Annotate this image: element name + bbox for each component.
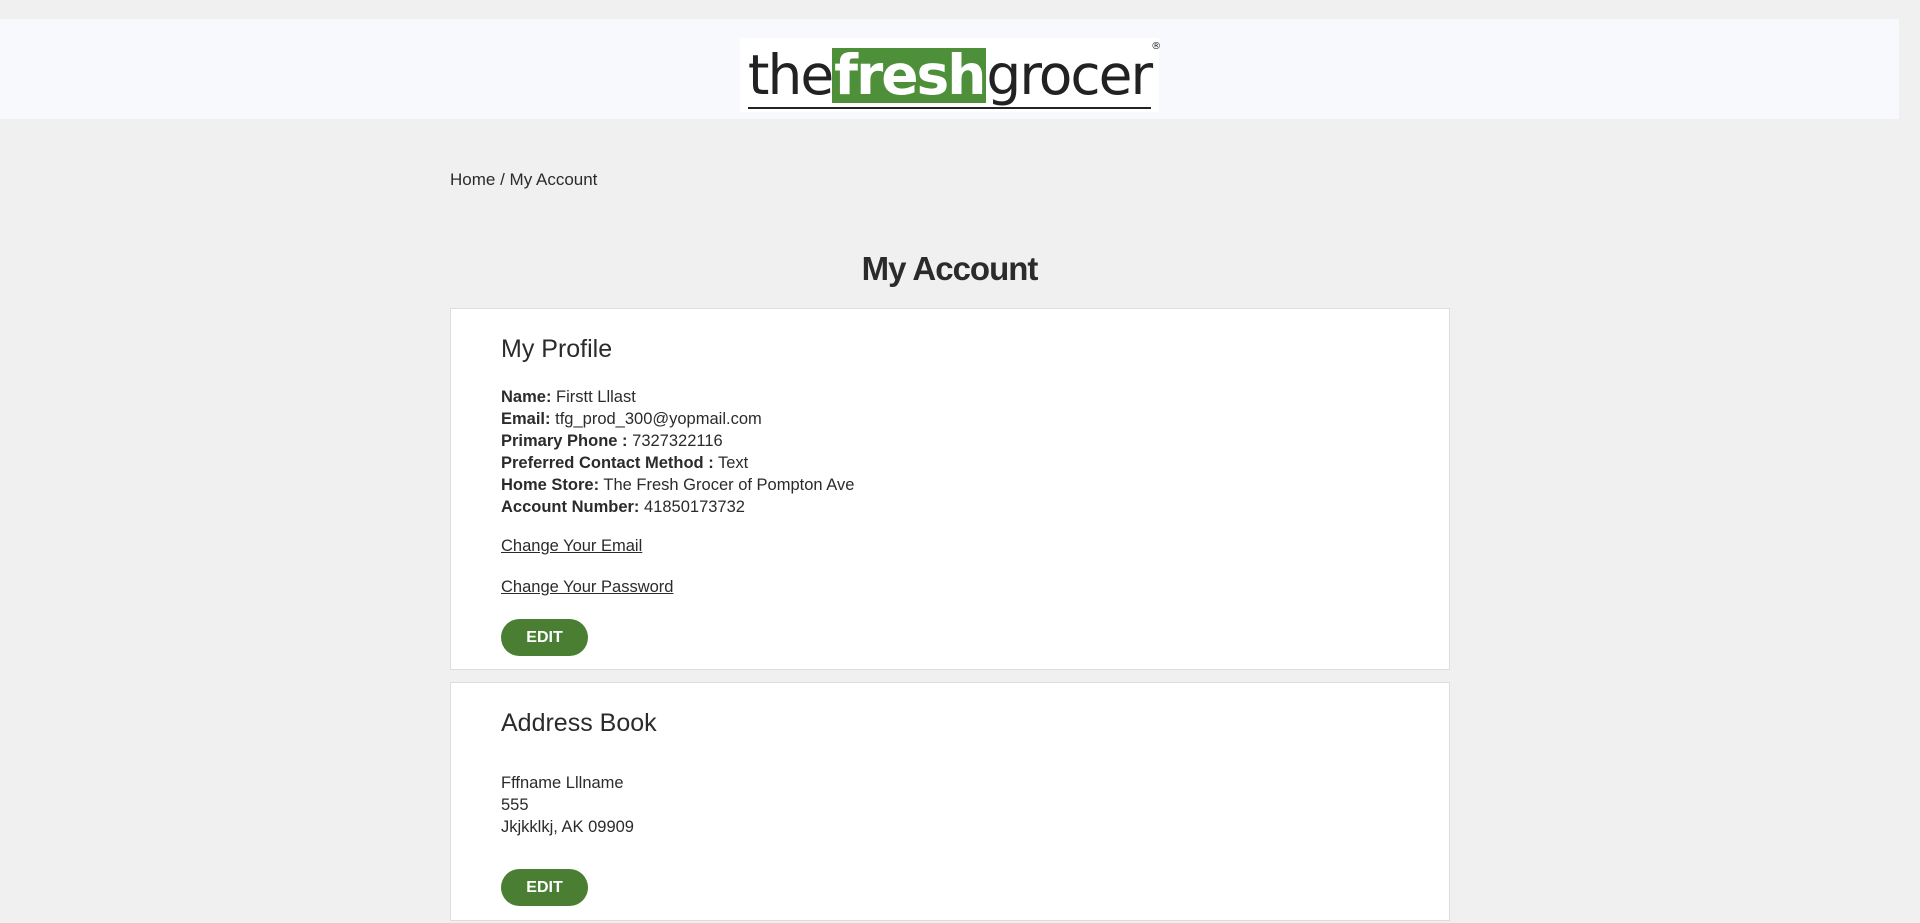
change-password-link[interactable]: Change Your Password <box>501 578 673 597</box>
field-label: Primary Phone : <box>501 432 628 450</box>
change-email-link[interactable]: Change Your Email <box>501 537 642 556</box>
address-block: Fffname Lllname 555 Jkjkklkj, AK 09909 <box>501 772 634 838</box>
logo-grocer: grocer <box>986 42 1153 107</box>
field-label: Email: <box>501 410 551 428</box>
profile-name-row: Name: Firstt Lllast <box>501 386 854 408</box>
address-city-line: Jkjkklkj, AK 09909 <box>501 818 634 836</box>
breadcrumb: Home / My Account <box>450 170 597 190</box>
profile-phone-row: Primary Phone : 7327322116 <box>501 430 854 452</box>
edit-address-button[interactable]: EDIT <box>501 869 588 906</box>
field-label: Home Store: <box>501 476 600 494</box>
field-label: Account Number: <box>501 498 640 516</box>
page-title: My Account <box>861 250 1039 287</box>
address-book-heading: Address Book <box>501 709 657 737</box>
profile-email-row: Email: tfg_prod_300@yopmail.com <box>501 408 854 430</box>
profile-home-store-row: Home Store: The Fresh Grocer of Pompton … <box>501 474 854 496</box>
address-street-line: 555 <box>501 796 529 814</box>
field-label: Preferred Contact Method : <box>501 454 714 472</box>
field-label: Name: <box>501 388 552 406</box>
profile-account-number-row: Account Number: 41850173732 <box>501 496 854 518</box>
field-value: tfg_prod_300@yopmail.com <box>555 410 762 428</box>
field-value: 7327322116 <box>632 432 723 450</box>
edit-profile-button[interactable]: EDIT <box>501 619 588 656</box>
field-value: The Fresh Grocer of Pompton Ave <box>603 476 855 494</box>
profile-heading: My Profile <box>501 335 613 363</box>
logo-wordmark: the fresh grocer ® <box>747 41 1161 109</box>
site-logo[interactable]: the fresh grocer ® <box>740 38 1161 112</box>
profile-card: My Profile Name: Firstt Lllast Email: tf… <box>450 308 1450 670</box>
field-value: 41850173732 <box>644 498 745 516</box>
profile-contact-method-row: Preferred Contact Method : Text <box>501 452 854 474</box>
breadcrumb-separator: / <box>495 170 510 189</box>
address-name-line: Fffname Lllname <box>501 774 624 792</box>
logo-registered-mark: ® <box>1151 40 1162 52</box>
profile-field-list: Name: Firstt Lllast Email: tfg_prod_300@… <box>501 386 854 518</box>
breadcrumb-home-link[interactable]: Home <box>450 170 495 189</box>
field-value: Firstt Lllast <box>556 388 636 406</box>
site-header: the fresh grocer ® <box>0 19 1899 119</box>
field-value: Text <box>717 454 749 472</box>
logo-fresh: fresh <box>832 42 986 107</box>
address-book-card: Address Book Fffname Lllname 555 Jkjkklk… <box>450 682 1450 921</box>
breadcrumb-current: My Account <box>509 170 598 189</box>
logo-the: the <box>747 42 834 107</box>
